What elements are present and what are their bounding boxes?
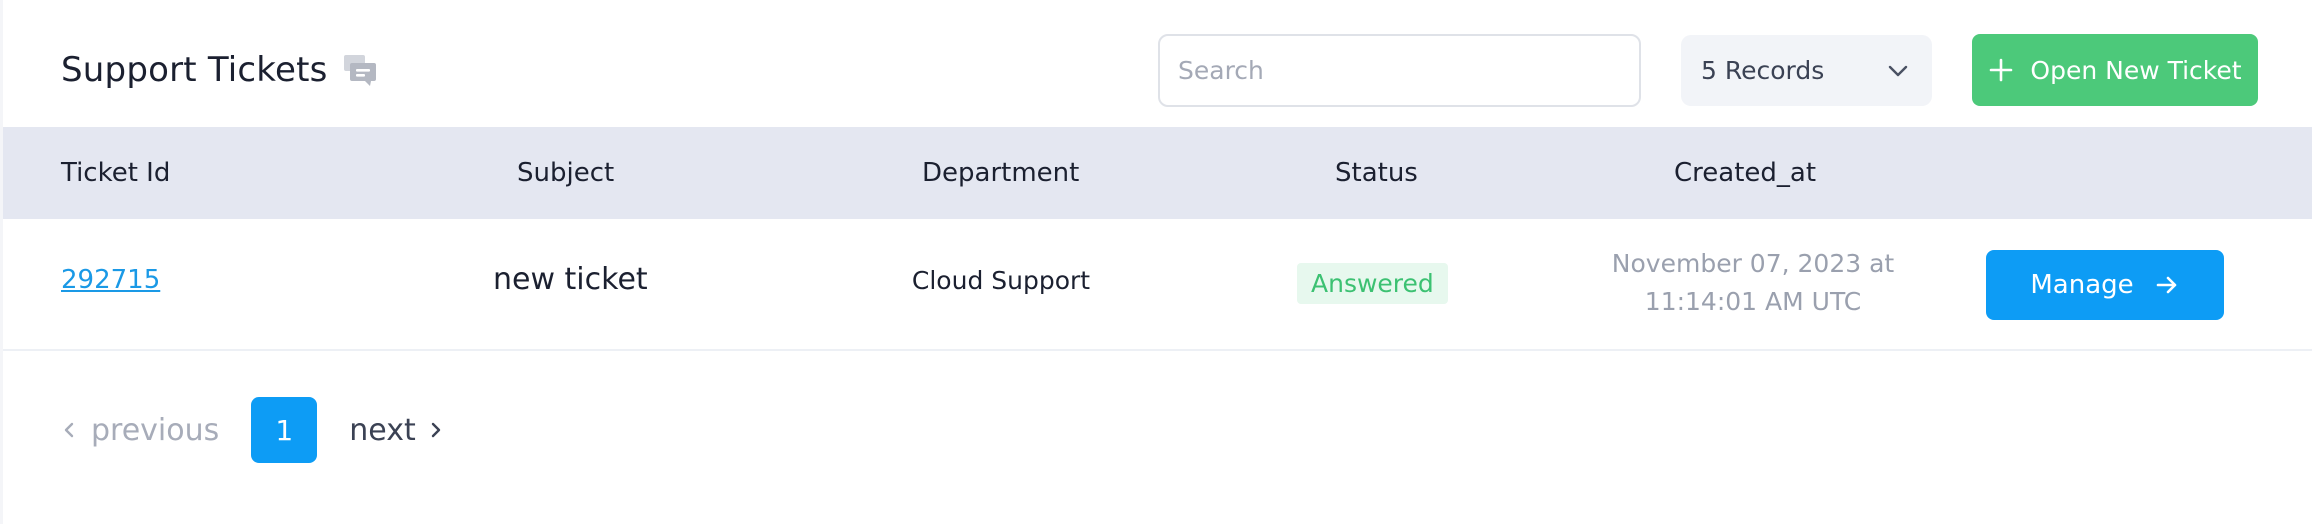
page-title: Support Tickets [61, 50, 328, 90]
status-badge: Answered [1297, 263, 1448, 304]
page-number-button[interactable]: 1 [251, 397, 318, 463]
table-header: Ticket Id Subject Department Status Crea… [3, 127, 2312, 219]
previous-page-label: previous [91, 412, 220, 448]
next-page-label: next [349, 412, 416, 448]
previous-page-button[interactable]: previous [61, 413, 219, 448]
ticket-id-link[interactable]: 292715 [61, 265, 160, 295]
table-row: 292715 new ticket Cloud Support Answered… [3, 219, 2312, 351]
column-header-ticket-id: Ticket Id [61, 158, 171, 188]
chevron-down-icon [1888, 65, 1908, 76]
pagination: previous 1 next [61, 397, 444, 463]
open-new-ticket-button[interactable]: Open New Ticket [1972, 34, 2258, 106]
column-header-subject: Subject [517, 158, 615, 188]
column-header-created-at: Created_at [1674, 158, 1817, 188]
plus-icon [1990, 58, 2013, 82]
page-header: Support Tickets [61, 46, 378, 94]
column-header-status: Status [1335, 158, 1418, 188]
ticket-subject: new ticket [493, 262, 648, 297]
records-per-page-select[interactable]: 5 Records [1681, 35, 1932, 106]
chevron-right-icon [431, 422, 440, 438]
manage-button-label: Manage [2030, 270, 2134, 300]
chevron-left-icon [64, 422, 74, 438]
arrow-right-icon [2156, 276, 2176, 294]
ticket-department: Cloud Support [911, 266, 1091, 295]
ticket-created-at: November 07, 2023 at 11:14:01 AM UTC [1611, 249, 1895, 316]
search-input[interactable] [1158, 34, 1641, 107]
support-tickets-card: Support Tickets 5 Records Open New Ticke… [3, 0, 2312, 524]
records-select-value: 5 Records [1701, 56, 1825, 85]
open-new-ticket-label: Open New Ticket [2030, 55, 2242, 85]
column-header-department: Department [922, 158, 1080, 188]
chat-bubbles-icon [342, 52, 378, 88]
manage-button[interactable]: Manage [1986, 250, 2224, 320]
next-page-button[interactable]: next [349, 413, 443, 448]
